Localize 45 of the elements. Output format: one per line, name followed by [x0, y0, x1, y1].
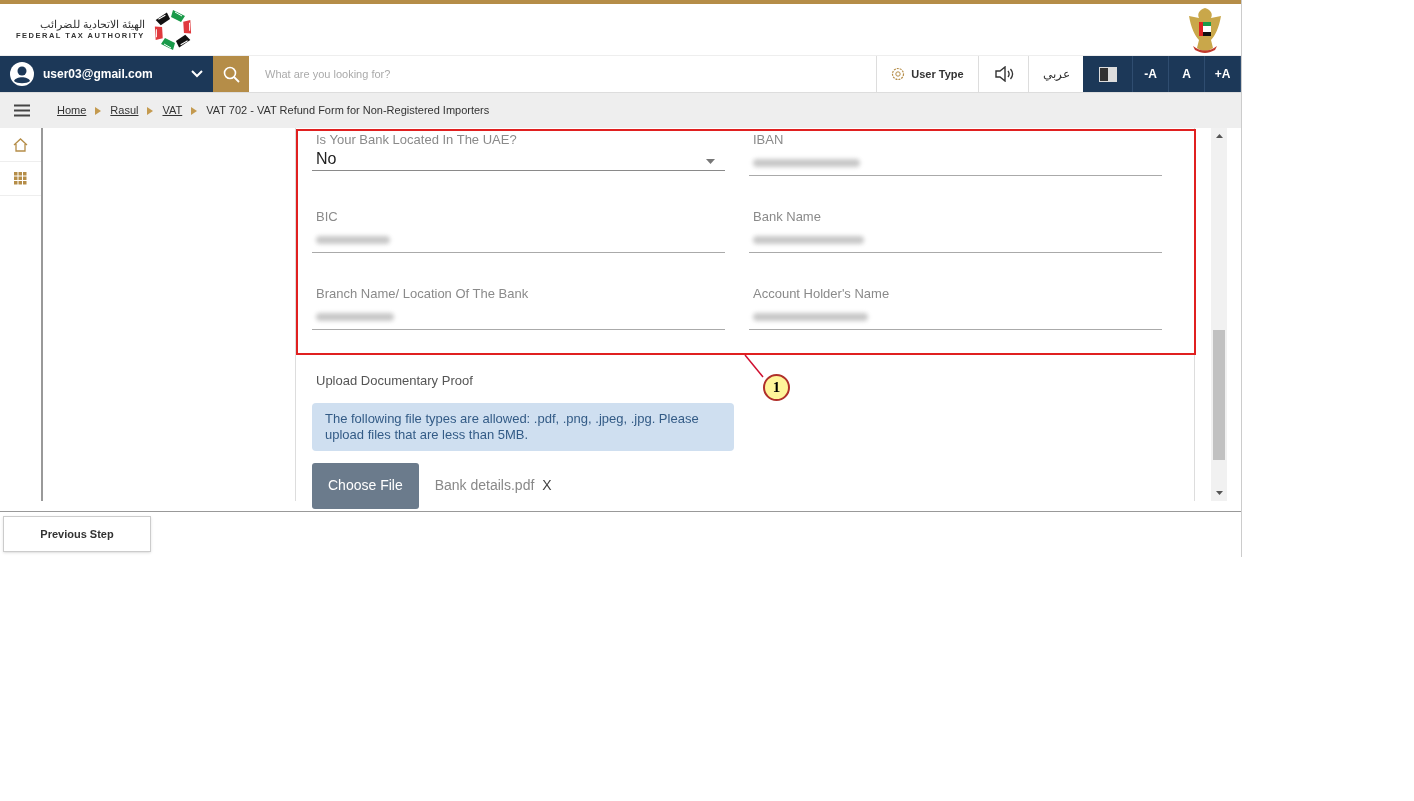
breadcrumb-link[interactable]: Rasul: [110, 102, 139, 119]
breadcrumb-arrow-icon: [191, 106, 198, 115]
scroll-down-icon[interactable]: [1215, 491, 1223, 495]
bank-location-select[interactable]: No: [312, 149, 725, 171]
field-label: Branch Name/ Location Of The Bank: [315, 286, 530, 302]
field-label: Account Holder's Name: [752, 286, 891, 302]
gear-icon: [891, 67, 906, 81]
search-button[interactable]: [213, 56, 249, 92]
breadcrumb-arrow-icon: [147, 106, 154, 115]
field-label: Is Your Bank Located In The UAE?: [315, 132, 518, 148]
user-icon: [10, 62, 34, 86]
callout-line: [744, 354, 764, 378]
breadcrumb-current: VAT 702 - VAT Refund Form for Non-Registered Importers: [206, 103, 490, 119]
breadcrumb-arrow-icon: [95, 106, 102, 115]
speaker-icon: [993, 66, 1014, 82]
file-name: Bank details.pdf: [434, 476, 535, 495]
field-label: Bank Name: [752, 209, 822, 225]
search-field[interactable]: What are you looking for?: [249, 56, 877, 92]
font-size-button[interactable]: +A: [1205, 56, 1241, 92]
font-size-button[interactable]: A: [1169, 56, 1205, 92]
field-label: IBAN: [752, 132, 785, 148]
previous-step-button[interactable]: Previous Step: [3, 516, 151, 552]
breadcrumb-link[interactable]: Home: [57, 102, 87, 119]
field-label: BIC: [315, 209, 339, 225]
caret-icon: [706, 159, 715, 164]
upload-label: Upload Documentary Proof: [315, 372, 474, 390]
file-types-notice: The following file types are allowed: .pdf, .png, .jpeg, .jpg. Please upload files that are less than 5MB.: [312, 402, 734, 451]
user-type-button[interactable]: User Type: [877, 56, 979, 92]
font-size-button[interactable]: -A: [1133, 56, 1169, 92]
menu-icon[interactable]: [13, 104, 30, 117]
grid-icon[interactable]: [14, 172, 27, 185]
user-menu[interactable]: user03@gmail.com: [0, 56, 213, 92]
breadcrumb-link[interactable]: VAT: [162, 102, 183, 119]
annotation-marker: 1: [763, 374, 790, 401]
scroll-up-icon[interactable]: [1215, 134, 1223, 138]
contrast-icon: [1098, 66, 1117, 82]
choose-file-button[interactable]: Choose File: [312, 462, 419, 509]
logo-arabic-text: الهيئة الاتحادية للضرائب: [39, 18, 145, 31]
chevron-down-icon: [191, 70, 203, 78]
remove-file-button[interactable]: X: [542, 475, 552, 496]
scrollbar[interactable]: [1211, 128, 1227, 501]
search-icon: [222, 65, 240, 83]
language-button[interactable]: عربي: [1029, 56, 1083, 92]
home-icon[interactable]: [13, 137, 28, 152]
contrast-button[interactable]: [1083, 56, 1133, 92]
